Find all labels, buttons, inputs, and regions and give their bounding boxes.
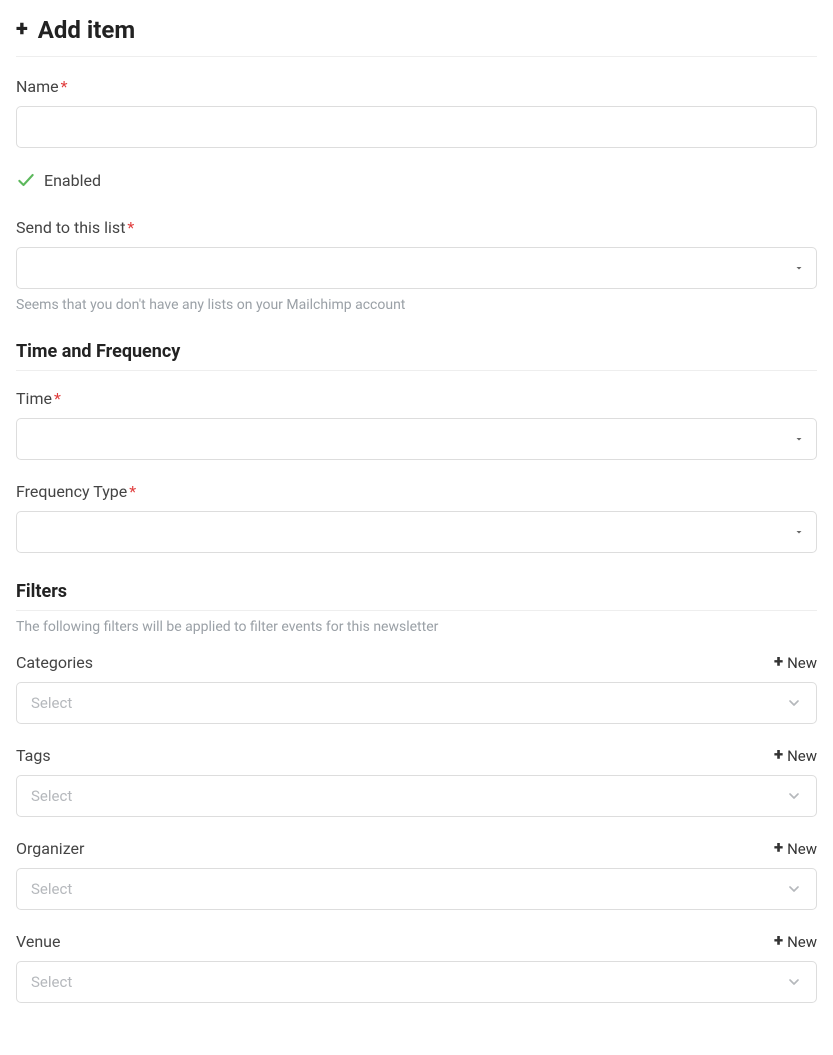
send-to-list-help: Seems that you don't have any lists on y… bbox=[16, 297, 817, 313]
categories-new-link[interactable]: + New bbox=[774, 654, 817, 672]
tags-placeholder: Select bbox=[31, 787, 72, 805]
venue-label: Venue bbox=[16, 932, 60, 951]
page-heading: + Add item bbox=[16, 16, 817, 57]
categories-placeholder: Select bbox=[31, 694, 72, 712]
chevron-down-icon bbox=[786, 881, 802, 897]
tags-field-group: Tags + New Select bbox=[16, 746, 817, 817]
enabled-label: Enabled bbox=[44, 171, 101, 190]
required-marker: * bbox=[129, 482, 136, 501]
time-frequency-heading: Time and Frequency bbox=[16, 341, 817, 371]
plus-icon: + bbox=[774, 747, 783, 764]
chevron-down-icon bbox=[786, 695, 802, 711]
chevron-down-icon bbox=[786, 788, 802, 804]
required-marker: * bbox=[54, 389, 61, 408]
plus-icon: + bbox=[16, 19, 28, 41]
name-field-group: Name* bbox=[16, 77, 817, 148]
frequency-type-label: Frequency Type* bbox=[16, 482, 817, 501]
plus-icon: + bbox=[774, 840, 783, 857]
send-to-list-label: Send to this list* bbox=[16, 218, 817, 237]
page-title: Add item bbox=[38, 16, 135, 44]
enabled-toggle[interactable]: Enabled bbox=[16, 170, 817, 190]
new-link-label: New bbox=[787, 840, 817, 858]
organizer-placeholder: Select bbox=[31, 880, 72, 898]
tags-new-link[interactable]: + New bbox=[774, 747, 817, 765]
time-select[interactable] bbox=[16, 418, 817, 460]
required-marker: * bbox=[61, 77, 68, 96]
required-marker: * bbox=[127, 218, 134, 237]
tags-select[interactable]: Select bbox=[16, 775, 817, 817]
venue-placeholder: Select bbox=[31, 973, 72, 991]
organizer-label: Organizer bbox=[16, 839, 84, 858]
plus-icon: + bbox=[774, 654, 783, 671]
plus-icon: + bbox=[774, 933, 783, 950]
send-to-list-field-group: Send to this list* Seems that you don't … bbox=[16, 218, 817, 313]
new-link-label: New bbox=[787, 654, 817, 672]
venue-select[interactable]: Select bbox=[16, 961, 817, 1003]
frequency-type-field-group: Frequency Type* bbox=[16, 482, 817, 553]
venue-new-link[interactable]: + New bbox=[774, 933, 817, 951]
venue-field-group: Venue + New Select bbox=[16, 932, 817, 1003]
organizer-select[interactable]: Select bbox=[16, 868, 817, 910]
check-icon bbox=[16, 170, 36, 190]
categories-label: Categories bbox=[16, 653, 93, 672]
organizer-new-link[interactable]: + New bbox=[774, 840, 817, 858]
new-link-label: New bbox=[787, 747, 817, 765]
name-label: Name* bbox=[16, 77, 817, 96]
send-to-list-select[interactable] bbox=[16, 247, 817, 289]
time-label: Time* bbox=[16, 389, 817, 408]
time-field-group: Time* bbox=[16, 389, 817, 460]
filters-subtext: The following filters will be applied to… bbox=[16, 619, 817, 635]
filters-heading: Filters bbox=[16, 581, 817, 611]
categories-field-group: Categories + New Select bbox=[16, 653, 817, 724]
name-input[interactable] bbox=[16, 106, 817, 148]
new-link-label: New bbox=[787, 933, 817, 951]
categories-select[interactable]: Select bbox=[16, 682, 817, 724]
frequency-type-select[interactable] bbox=[16, 511, 817, 553]
organizer-field-group: Organizer + New Select bbox=[16, 839, 817, 910]
chevron-down-icon bbox=[786, 974, 802, 990]
tags-label: Tags bbox=[16, 746, 51, 765]
